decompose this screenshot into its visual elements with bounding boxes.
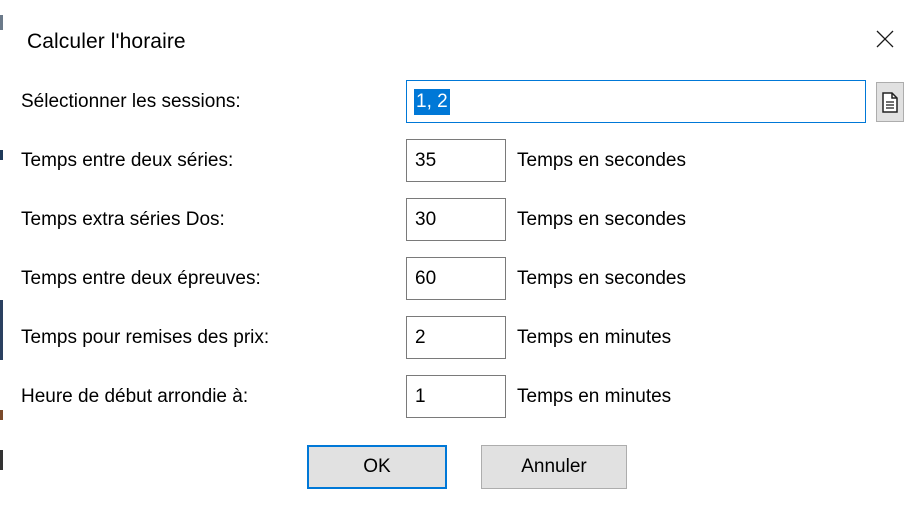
time-between-heats-input[interactable]: [406, 139, 506, 182]
extra-backstroke-time-input[interactable]: [406, 198, 506, 241]
start-time-rounding-input[interactable]: [406, 375, 506, 418]
time-between-events-input[interactable]: [406, 257, 506, 300]
sessions-label: Sélectionner les sessions:: [21, 91, 241, 112]
calculate-schedule-dialog: Calculer l'horaire Sélectionner les sess…: [0, 0, 904, 507]
cancel-button[interactable]: Annuler: [481, 445, 627, 489]
time-between-events-unit: Temps en secondes: [517, 268, 686, 289]
award-ceremony-time-label: Temps pour remises des prix:: [21, 327, 270, 348]
time-between-events-label: Temps entre deux épreuves:: [21, 268, 261, 289]
start-time-rounding-label: Heure de début arrondie à:: [21, 386, 249, 407]
ok-button[interactable]: OK: [307, 445, 447, 489]
time-between-heats-unit: Temps en secondes: [517, 150, 686, 171]
sessions-picker-button[interactable]: [876, 82, 904, 122]
close-icon[interactable]: [870, 24, 900, 54]
sessions-selected-text: 1, 2: [414, 88, 450, 115]
dialog-title: Calculer l'horaire: [27, 30, 186, 53]
sessions-input[interactable]: 1, 2: [406, 80, 866, 123]
extra-backstroke-time-label: Temps extra séries Dos:: [21, 209, 225, 230]
award-ceremony-time-unit: Temps en minutes: [517, 327, 672, 348]
award-ceremony-time-input[interactable]: [406, 316, 506, 359]
background-window-edge: [0, 0, 3, 507]
extra-backstroke-time-unit: Temps en secondes: [517, 209, 686, 230]
time-between-heats-label: Temps entre deux séries:: [21, 150, 234, 171]
start-time-rounding-unit: Temps en minutes: [517, 386, 672, 407]
